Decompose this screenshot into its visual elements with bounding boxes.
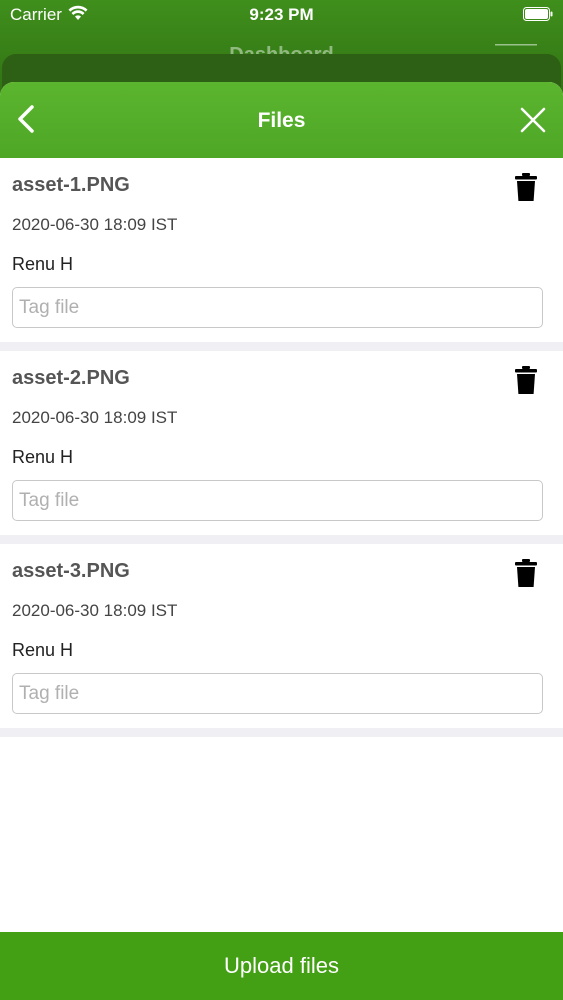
file-item: asset-3.PNG 2020-06-30 18:09 IST Renu H bbox=[0, 544, 563, 737]
modal-title: Files bbox=[257, 109, 306, 132]
upload-files-button[interactable]: Upload files bbox=[0, 932, 563, 1000]
file-date: 2020-06-30 18:09 IST bbox=[12, 215, 178, 234]
file-owner: Renu H bbox=[12, 447, 74, 467]
trash-icon[interactable] bbox=[515, 172, 537, 202]
files-modal: Files asset-1.PNG 2020-06-30 18:09 IST R… bbox=[0, 82, 563, 1000]
tag-file-input[interactable] bbox=[12, 287, 543, 328]
file-item: asset-2.PNG 2020-06-30 18:09 IST Renu H bbox=[0, 351, 563, 544]
trash-icon[interactable] bbox=[515, 365, 537, 395]
trash-icon[interactable] bbox=[515, 558, 537, 588]
file-name: asset-2.PNG bbox=[12, 367, 130, 389]
file-name: asset-3.PNG bbox=[12, 560, 130, 582]
close-icon[interactable] bbox=[519, 106, 547, 134]
modal-header: Files bbox=[0, 82, 563, 158]
clock: 9:23 PM bbox=[249, 5, 314, 24]
file-name: asset-1.PNG bbox=[12, 174, 130, 196]
tag-file-input[interactable] bbox=[12, 673, 543, 714]
file-date: 2020-06-30 18:09 IST bbox=[12, 408, 178, 427]
file-owner: Renu H bbox=[12, 254, 74, 274]
file-item: asset-1.PNG 2020-06-30 18:09 IST Renu H bbox=[0, 158, 563, 351]
battery-icon bbox=[523, 7, 553, 21]
file-date: 2020-06-30 18:09 IST bbox=[12, 601, 178, 620]
file-owner: Renu H bbox=[12, 640, 74, 660]
status-bar: Carrier 9:23 PM bbox=[0, 0, 563, 30]
file-list: asset-1.PNG 2020-06-30 18:09 IST Renu H … bbox=[0, 158, 563, 737]
tag-file-input[interactable] bbox=[12, 480, 543, 521]
